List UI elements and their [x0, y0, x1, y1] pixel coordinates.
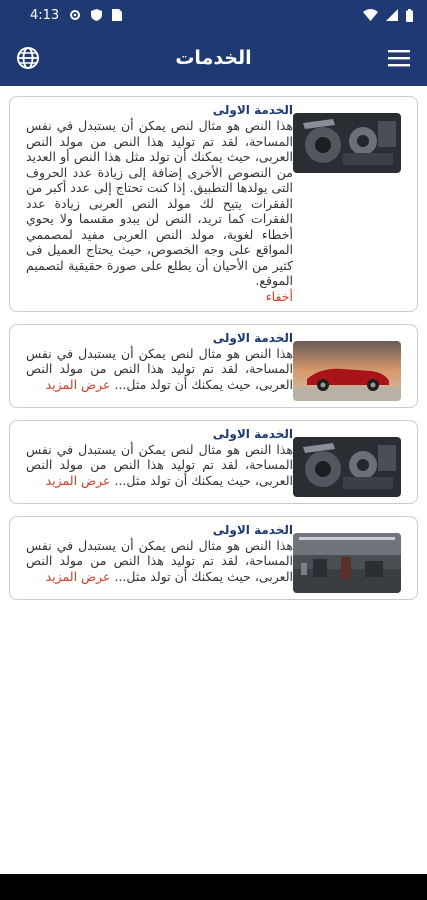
service-image-engine: [293, 113, 401, 173]
service-card[interactable]: الخدمة الاولى هذا النص هو مثال لنص يمكن …: [9, 419, 418, 504]
system-navigation-bar: [0, 874, 427, 900]
globe-icon: [17, 47, 39, 69]
service-card[interactable]: الخدمة الاولى هذا النص هو مثال لنص يمكن …: [9, 515, 418, 600]
cellular-signal-icon: [386, 9, 398, 21]
service-title: الخدمة الاولى: [212, 103, 293, 117]
service-description: هذا النص هو مثال لنص يمكن أن يستبدل في ن…: [26, 346, 293, 393]
service-card-body: الخدمة الاولى هذا النص هو مثال لنص يمكن …: [18, 427, 293, 497]
service-card-body: الخدمة الاولى هذا النص هو مثال لنص يمكن …: [18, 523, 293, 593]
service-card-body: الخدمة الاولى هذا النص هو مثال لنص يمكن …: [18, 331, 293, 401]
show-more-link[interactable]: عرض المزيد: [46, 473, 111, 488]
wifi-icon: [363, 9, 378, 21]
status-right: [363, 8, 413, 22]
service-card[interactable]: الخدمة الاولى هذا النص هو مثال لنص يمكن …: [9, 323, 418, 408]
sim-card-icon: [112, 9, 123, 21]
service-description: هذا النص هو مثال لنص يمكن أن يستبدل في ن…: [26, 118, 293, 288]
service-image-engine: [293, 436, 401, 497]
service-image-workshop: [293, 532, 401, 593]
service-description: هذا النص هو مثال لنص يمكن أن يستبدل في ن…: [26, 538, 293, 585]
status-time: 4:13: [30, 7, 60, 23]
hide-link[interactable]: أخفاء: [26, 289, 293, 305]
settings-gear-icon: [70, 10, 81, 20]
service-title: الخدمة الاولى: [212, 522, 293, 537]
status-bar: 4:13: [0, 0, 427, 30]
service-description: هذا النص هو مثال لنص يمكن أن يستبدل في ن…: [26, 442, 293, 489]
app-bar: الخدمات: [0, 30, 427, 86]
service-title: الخدمة الاولى: [212, 330, 293, 345]
language-button[interactable]: [14, 44, 42, 72]
services-list: الخدمة الاولى هذا النص هو مثال لنص يمكن …: [0, 86, 427, 874]
show-more-link[interactable]: عرض المزيد: [46, 377, 111, 392]
service-card[interactable]: الخدمة الاولى هذا النص هو مثال لنص يمكن …: [9, 96, 418, 312]
status-left: 4:13: [30, 7, 123, 23]
service-card-body: الخدمة الاولى هذا النص هو مثال لنص يمكن …: [18, 103, 293, 305]
shield-icon: [91, 9, 103, 21]
service-image-red-car: [293, 340, 401, 401]
service-title: الخدمة الاولى: [212, 426, 293, 441]
page-title: الخدمات: [175, 47, 252, 69]
menu-button[interactable]: [385, 44, 413, 72]
hamburger-menu-icon: [388, 50, 410, 67]
show-more-link[interactable]: عرض المزيد: [46, 569, 111, 584]
battery-icon: [406, 8, 413, 22]
